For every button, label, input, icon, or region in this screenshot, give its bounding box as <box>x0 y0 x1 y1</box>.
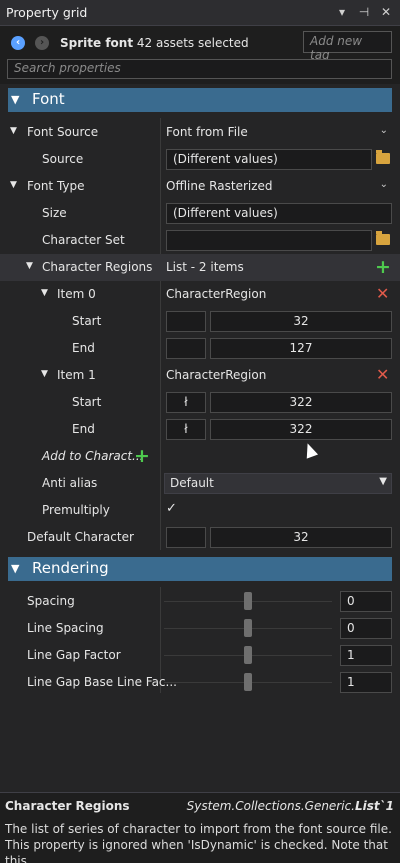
slider-thumb[interactable] <box>244 619 252 637</box>
row-character-set: Character Set <box>0 227 400 254</box>
row-add-to-character-regions: Add to Charact... + <box>0 443 400 470</box>
collapse-arrow-icon: ▼ <box>11 93 20 106</box>
row-item-1-end: End ł 322 <box>0 416 400 443</box>
number-field[interactable]: 32 <box>210 527 392 548</box>
row-line-spacing: Line Spacing 0 <box>0 615 400 642</box>
search-input[interactable]: Search properties <box>7 59 392 79</box>
slider-thumb[interactable] <box>244 646 252 664</box>
number-field[interactable]: 1 <box>340 645 392 666</box>
row-item-1-start: Start ł 322 <box>0 389 400 416</box>
char-field[interactable] <box>166 311 206 332</box>
char-field[interactable]: ł <box>166 392 206 413</box>
pin-icon[interactable]: ⊣ <box>356 4 372 20</box>
premultiply-checkbox[interactable]: ✓ <box>166 501 177 516</box>
expand-arrow-icon[interactable]: ▼ <box>10 180 17 190</box>
expand-arrow-icon[interactable]: ▼ <box>26 261 33 271</box>
folder-icon[interactable] <box>376 150 390 164</box>
menu-dropdown-icon[interactable]: ▾ <box>334 4 350 20</box>
number-field[interactable]: 0 <box>340 618 392 639</box>
chevron-down-icon[interactable]: ⌄ <box>380 179 388 190</box>
font-source-value[interactable]: Font from File <box>166 125 248 139</box>
number-field[interactable]: 322 <box>210 392 392 413</box>
character-regions-value: List - 2 items <box>166 260 244 274</box>
property-grid: ▼ Font ▼ Font Source Font from File ⌄ So… <box>0 84 400 792</box>
add-item-icon[interactable]: + <box>134 447 150 466</box>
category-font[interactable]: ▼ Font <box>8 88 392 112</box>
row-premultiply: Premultiply ✓ <box>42 501 177 517</box>
description-title: Character Regions <box>5 799 130 813</box>
expand-arrow-icon[interactable]: ▼ <box>41 369 48 379</box>
slider-thumb[interactable] <box>244 592 252 610</box>
asset-title: Sprite font 42 assets selected <box>60 36 249 50</box>
close-icon[interactable]: ✕ <box>378 4 394 20</box>
row-item-0-start: Start 32 <box>0 308 400 335</box>
row-spacing: Spacing 0 <box>0 588 400 615</box>
remove-item-icon[interactable]: ✕ <box>376 365 389 384</box>
asset-header: ‹ › Sprite font 42 assets selected Add n… <box>0 26 400 84</box>
row-line-gap-base-line-factor: Line Gap Base Line Fac... 1 <box>0 669 400 696</box>
anti-alias-select[interactable]: Default ▼ <box>164 473 392 494</box>
window-title: Property grid <box>6 5 88 20</box>
char-field[interactable] <box>166 527 206 548</box>
number-field[interactable]: 322 <box>210 419 392 440</box>
row-default-character: Default Character 32 <box>0 524 400 551</box>
char-field[interactable] <box>166 338 206 359</box>
row-item-1: ▼ Item 1 CharacterRegion ✕ <box>41 365 390 384</box>
row-item-0-end: End 127 <box>0 335 400 362</box>
row-character-regions[interactable]: ▼ Character Regions List - 2 items + <box>0 254 400 281</box>
add-item-icon[interactable]: + <box>375 258 391 277</box>
back-arrow-icon[interactable]: ‹ <box>11 36 25 50</box>
source-field[interactable]: (Different values) <box>166 149 372 170</box>
description-type: System.Collections.Generic.List`1 <box>186 799 394 813</box>
number-field[interactable]: 0 <box>340 591 392 612</box>
char-field[interactable]: ł <box>166 419 206 440</box>
add-tag-input[interactable]: Add new tag <box>303 31 392 62</box>
expand-arrow-icon[interactable]: ▼ <box>10 126 17 136</box>
add-to-collection-link[interactable]: Add to Charact... <box>42 449 144 463</box>
remove-item-icon[interactable]: ✕ <box>376 284 389 303</box>
description-panel: Character Regions System.Collections.Gen… <box>0 792 400 863</box>
row-font-source: ▼ Font Source Font from File ⌄ <box>10 125 388 139</box>
number-field[interactable]: 127 <box>210 338 392 359</box>
chevron-down-icon[interactable]: ⌄ <box>380 125 388 136</box>
expand-arrow-icon[interactable]: ▼ <box>41 288 48 298</box>
row-source: Source (Different values) <box>0 146 400 173</box>
character-set-field[interactable] <box>166 230 372 251</box>
folder-icon[interactable] <box>376 231 390 245</box>
forward-arrow-icon[interactable]: › <box>35 36 49 50</box>
slider-thumb[interactable] <box>244 673 252 691</box>
font-type-value[interactable]: Offline Rasterized <box>166 179 273 193</box>
row-anti-alias: Anti alias Default ▼ <box>0 470 400 497</box>
category-rendering[interactable]: ▼ Rendering <box>8 557 392 581</box>
title-bar: Property grid ▾ ⊣ ✕ <box>0 0 400 26</box>
row-font-type: ▼ Font Type Offline Rasterized ⌄ <box>10 179 388 193</box>
row-size: Size (Different values) <box>0 200 400 227</box>
row-line-gap-factor: Line Gap Factor 1 <box>0 642 400 669</box>
row-item-0: ▼ Item 0 CharacterRegion ✕ <box>41 284 390 303</box>
chevron-down-icon: ▼ <box>379 476 387 487</box>
number-field[interactable]: 32 <box>210 311 392 332</box>
collapse-arrow-icon: ▼ <box>11 562 20 575</box>
number-field[interactable]: 1 <box>340 672 392 693</box>
description-text: The list of series of character to impor… <box>5 822 392 863</box>
size-field[interactable]: (Different values) <box>166 203 392 224</box>
